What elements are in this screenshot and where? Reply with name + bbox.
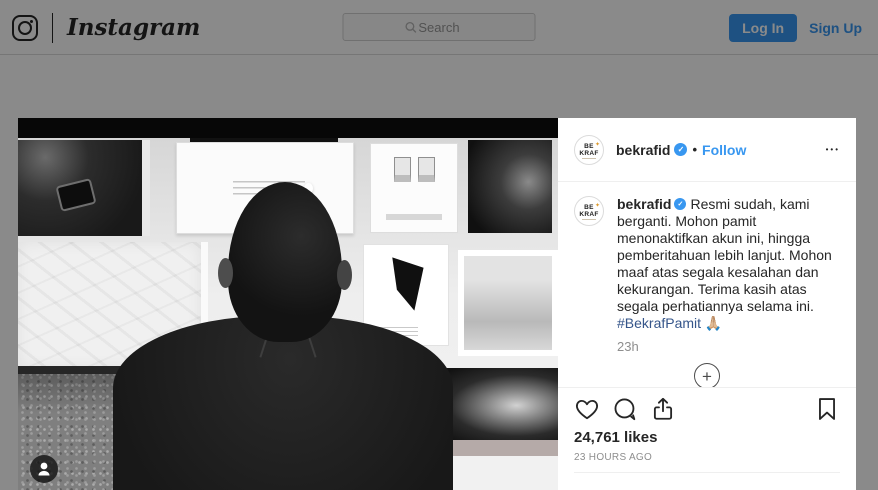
artwork-frame-dark xyxy=(18,140,150,236)
avatar-sparkle-icon: ✦ xyxy=(594,141,600,148)
man-ear xyxy=(218,258,233,288)
username-link[interactable]: bekrafid xyxy=(616,142,670,158)
follow-button[interactable]: Follow xyxy=(702,142,746,158)
small-photo xyxy=(393,157,411,182)
load-more-wrap: + xyxy=(574,363,840,387)
geometric-art xyxy=(392,257,424,311)
separator-dot: • xyxy=(692,142,698,157)
share-icon[interactable] xyxy=(650,396,676,422)
small-photo xyxy=(417,157,435,182)
hashtag-link[interactable]: #BekrafPamit xyxy=(617,315,701,331)
caption-timestamp: 23h xyxy=(617,339,639,354)
post-timestamp: 23 HOURS AGO xyxy=(574,452,653,463)
avatar-text: KRAF xyxy=(579,211,599,218)
comment-icon[interactable] xyxy=(612,396,638,422)
person-icon xyxy=(38,462,50,476)
caption-emoji: 🙏🏼 xyxy=(701,315,723,331)
caption: bekrafid ✓ Resmi sudah, kami berganti. Moh… xyxy=(617,196,840,332)
letterbox-bar xyxy=(18,118,558,138)
more-options-icon[interactable]: ••• xyxy=(826,145,840,154)
artwork-frame-blur xyxy=(436,368,558,440)
like-heart-icon[interactable] xyxy=(574,396,600,422)
tagged-people-badge[interactable] xyxy=(30,455,58,483)
avatar[interactable]: BE KRAF ✦ xyxy=(574,134,604,165)
artwork-frame-photos xyxy=(370,143,458,233)
comments-section: BE KRAF ✦ bekrafid ✓ Resmi sudah, kami ber… xyxy=(558,182,856,387)
post-header: BE KRAF ✦ bekrafid ✓ • Follow ••• xyxy=(558,118,856,182)
page: Instagram Log In Sign Up xyxy=(0,0,878,490)
avatar[interactable]: BE KRAF ✦ xyxy=(574,196,604,226)
load-more-comments-button[interactable]: + xyxy=(694,363,720,387)
verified-badge-icon: ✓ xyxy=(674,198,687,211)
man-silhouette-shoulders xyxy=(113,316,453,490)
action-icons-row xyxy=(574,396,840,422)
artwork-object xyxy=(55,178,97,212)
interior-photo xyxy=(464,256,552,350)
verified-badge-icon: ✓ xyxy=(674,143,688,156)
likes-count[interactable]: 24,761 likes xyxy=(574,429,840,446)
post-photo xyxy=(18,118,558,490)
post-modal: BE KRAF ✦ bekrafid ✓ • Follow ••• BE KRA… xyxy=(18,118,856,490)
artwork-frame-space xyxy=(468,140,552,233)
avatar-text: BE xyxy=(584,204,594,211)
avatar-text: BE xyxy=(584,142,594,150)
actions-section: 24,761 likes 23 HOURS AGO xyxy=(558,387,856,490)
avatar-sparkle-icon: ✦ xyxy=(594,203,600,209)
avatar-text: KRAF xyxy=(579,149,599,157)
bookmark-icon[interactable] xyxy=(814,396,840,422)
username-link[interactable]: bekrafid xyxy=(617,196,671,212)
comment-box-divider xyxy=(574,472,840,490)
post-panel: BE KRAF ✦ bekrafid ✓ • Follow ••• BE KRA… xyxy=(558,118,856,490)
caption-row: BE KRAF ✦ bekrafid ✓ Resmi sudah, kami ber… xyxy=(574,196,840,332)
artwork-frame-interior xyxy=(458,250,558,356)
man-ear xyxy=(337,260,352,290)
caption-text: Resmi sudah, kami berganti. Mohon pamit … xyxy=(617,196,832,314)
